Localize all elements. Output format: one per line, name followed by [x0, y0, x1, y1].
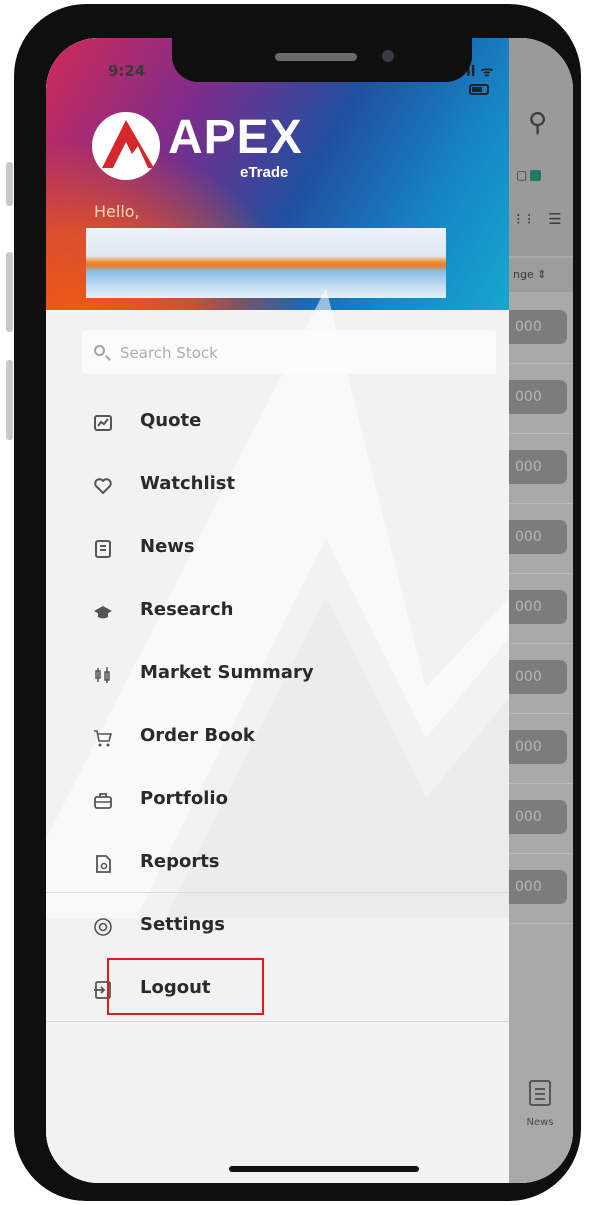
menu-divider	[46, 892, 509, 893]
phone-frame: ⚲ ▢ ⁝⁝ ☰ nge ⇕ 000 000 000 000 000 000 0…	[14, 4, 581, 1201]
phone-screen: ⚲ ▢ ⁝⁝ ☰ nge ⇕ 000 000 000 000 000 000 0…	[46, 38, 573, 1183]
table-row[interactable]: 000	[509, 574, 573, 644]
menu-item-quote[interactable]: Quote	[46, 392, 509, 452]
background-tag: ▢	[516, 168, 542, 182]
news-icon	[95, 540, 111, 558]
table-row[interactable]: 000	[509, 294, 573, 364]
menu-item-settings[interactable]: Settings	[46, 896, 509, 956]
candlestick-icon	[95, 667, 110, 683]
phone-side-button	[6, 252, 13, 332]
value-pill: 000	[509, 870, 567, 904]
value-pill: 000	[509, 520, 567, 554]
menu-item-research[interactable]: Research	[46, 581, 509, 641]
phone-side-button	[6, 360, 13, 440]
menu-item-label: Settings	[140, 914, 225, 935]
table-row[interactable]: 000	[509, 644, 573, 714]
front-camera	[382, 50, 394, 62]
table-row[interactable]: 000	[509, 504, 573, 574]
menu-item-watchlist[interactable]: Watchlist	[46, 455, 509, 515]
menu-item-label: Order Book	[140, 725, 255, 746]
status-time: 9:24	[108, 62, 146, 80]
table-row[interactable]: 000	[509, 784, 573, 854]
value-pill: 000	[509, 730, 567, 764]
bottom-tab-label: News	[526, 1117, 554, 1128]
menu-item-label: Market Summary	[140, 662, 314, 683]
phone-side-button	[6, 162, 13, 206]
graduation-cap-icon	[94, 606, 112, 619]
search-icon	[94, 345, 105, 356]
bottom-tab-news[interactable]: News	[512, 1080, 568, 1129]
user-name-redacted	[86, 228, 446, 298]
value-pill: 000	[509, 310, 567, 344]
value-pill: 000	[509, 590, 567, 624]
report-icon	[96, 855, 111, 873]
logout-highlight-box	[107, 958, 264, 1015]
value-pill: 000	[509, 800, 567, 834]
search-stock-field[interactable]	[82, 330, 496, 376]
menu-item-label: Quote	[140, 410, 202, 431]
menu-item-portfolio[interactable]: Portfolio	[46, 770, 509, 830]
cart-icon	[94, 730, 113, 747]
greeting-text: Hello,	[94, 202, 140, 221]
news-icon	[529, 1080, 551, 1106]
menu-item-label: Reports	[140, 851, 220, 872]
view-toggle-icon[interactable]: ⁝⁝ ☰	[516, 210, 568, 228]
status-indicators: ıl ᯤ	[466, 62, 509, 97]
briefcase-icon	[94, 793, 112, 809]
menu-item-label: News	[140, 536, 195, 557]
signal-wifi-icon: ıl ᯤ	[466, 64, 494, 80]
home-indicator[interactable]	[229, 1166, 419, 1172]
chart-icon	[94, 415, 112, 431]
side-drawer: 9:24 ıl ᯤ APEX eTrade Hello, Search Stoc…	[46, 38, 509, 1183]
menu-item-news[interactable]: News	[46, 518, 509, 578]
search-input[interactable]	[118, 330, 492, 376]
value-pill: 000	[509, 380, 567, 414]
phone-notch	[172, 38, 472, 82]
menu-item-label: Research	[140, 599, 234, 620]
menu-divider	[46, 1021, 509, 1022]
menu-item-reports[interactable]: Reports	[46, 833, 509, 893]
menu-item-market-summary[interactable]: Market Summary	[46, 644, 509, 704]
column-header[interactable]: nge ⇕	[509, 258, 573, 292]
value-pill: 000	[509, 450, 567, 484]
menu-item-label: Portfolio	[140, 788, 228, 809]
table-row[interactable]: 000	[509, 364, 573, 434]
menu-item-label: Watchlist	[140, 473, 236, 494]
battery-icon	[469, 83, 489, 95]
table-row[interactable]: 000	[509, 714, 573, 784]
search-icon[interactable]: ⚲	[528, 108, 547, 138]
heart-icon	[94, 478, 112, 494]
menu-item-order-book[interactable]: Order Book	[46, 707, 509, 767]
table-row[interactable]: 000	[509, 434, 573, 504]
brand-name: APEX	[168, 111, 303, 164]
settings-icon	[94, 918, 112, 936]
apex-logo-mark-icon	[92, 112, 160, 180]
brand-subtitle: eTrade	[240, 164, 289, 181]
value-pill: 000	[509, 660, 567, 694]
speaker-grille	[275, 53, 357, 61]
table-row[interactable]: 000	[509, 854, 573, 924]
